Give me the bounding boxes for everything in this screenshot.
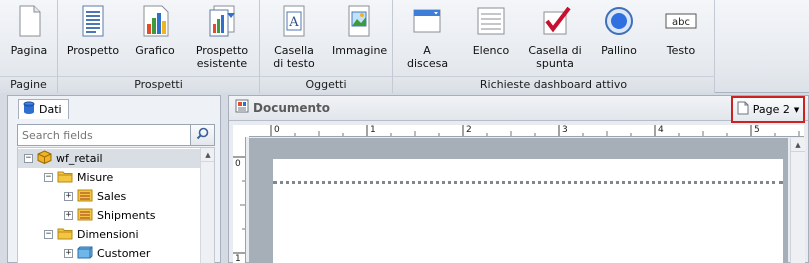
document-page[interactable] <box>273 159 783 263</box>
dimension-icon <box>77 246 93 262</box>
testo-button[interactable]: abc Testo <box>659 4 703 57</box>
prospetto-button[interactable]: Prospetto <box>66 4 120 57</box>
document-icon <box>235 99 249 116</box>
tree-node-shipments[interactable]: + Shipments <box>18 206 156 225</box>
svg-text:abc: abc <box>672 17 690 28</box>
document-title: Documento <box>235 99 330 116</box>
measure-icon <box>77 208 93 224</box>
document-panel: Documento Page 2 ▼ 0 1 2 3 4 5 0 1 ▲ <box>228 95 809 263</box>
page-margin-guide <box>273 181 783 184</box>
ribbon-group-prospetti: Prospetto Grafico Prospetto esistente Pr… <box>58 0 260 93</box>
immagine-button[interactable]: Immagine <box>332 4 387 57</box>
group-label-richieste: Richieste dashboard attivo <box>393 76 714 93</box>
radio-button-icon <box>602 4 636 38</box>
tree-label: wf_retail <box>56 152 103 165</box>
tree-scrollbar[interactable]: ▲ <box>200 148 214 263</box>
existing-report-icon <box>205 4 239 38</box>
text-box-icon: A <box>277 4 311 38</box>
a-discesa-button[interactable]: A discesa <box>407 4 448 70</box>
cube-icon <box>37 150 52 167</box>
tree-label: Sales <box>97 190 127 203</box>
expand-icon[interactable]: + <box>64 211 73 220</box>
field-tree: − wf_retail − Misure + Sales + Shipments… <box>17 147 215 263</box>
document-header: Documento Page 2 ▼ <box>229 96 808 123</box>
search-icon <box>196 127 209 143</box>
prospetto-esistente-button[interactable]: Prospetto esistente <box>190 4 254 70</box>
tree-node-wf-retail[interactable]: − wf_retail <box>18 149 201 168</box>
dropdown-icon <box>410 4 444 38</box>
text-field-icon: abc <box>664 4 698 38</box>
ribbon-group-richieste: A discesa Elenco Casella di spunta Palli… <box>393 0 715 93</box>
measure-icon <box>77 189 93 205</box>
vertical-ruler: 0 1 <box>233 137 246 263</box>
document-scrollbar[interactable]: ▲ <box>790 138 805 263</box>
pagina-button[interactable]: Pagina <box>6 4 52 57</box>
tree-label: Misure <box>77 171 114 184</box>
search-fields <box>17 124 215 146</box>
grafico-button[interactable]: Grafico <box>130 4 180 57</box>
casella-di-spunta-button[interactable]: Casella di spunta <box>527 4 583 70</box>
tab-dati-label: Dati <box>39 103 62 116</box>
search-fields-input[interactable] <box>18 125 188 145</box>
ruler-number: 2 <box>466 125 472 135</box>
folder-icon <box>57 170 73 186</box>
ruler-number: 4 <box>658 125 664 135</box>
folder-icon <box>57 227 73 243</box>
tab-dati[interactable]: Dati <box>18 99 69 119</box>
ruler-number: 0 <box>235 159 241 169</box>
ruler-number: 5 <box>754 125 760 135</box>
group-label-prospetti: Prospetti <box>58 76 259 93</box>
scroll-up-icon[interactable]: ▲ <box>201 148 214 162</box>
group-label-oggetti: Oggetti <box>260 76 392 93</box>
expand-icon[interactable]: + <box>64 249 73 258</box>
ribbon-toolbar: Pagina Pagine Prospetto Grafico Prospett… <box>0 0 809 93</box>
ruler-corner <box>233 125 249 137</box>
blank-page-icon <box>12 4 46 38</box>
chevron-down-icon: ▼ <box>793 105 800 114</box>
search-button[interactable] <box>190 125 214 145</box>
tree-label: Shipments <box>97 209 156 222</box>
ruler-number: 3 <box>562 125 568 135</box>
tree-label: Customer <box>97 247 151 260</box>
ruler-number: 0 <box>274 125 280 135</box>
collapse-icon[interactable]: − <box>44 173 53 182</box>
ribbon-group-oggetti: A Casella di testo Immagine Oggetti <box>260 0 393 93</box>
pallino-button[interactable]: Pallino <box>597 4 641 57</box>
checkbox-icon <box>538 4 572 38</box>
tree-node-customer[interactable]: + Customer <box>18 244 150 263</box>
list-icon <box>474 4 508 38</box>
page-selector-label: Page 2 <box>752 103 790 116</box>
collapse-icon[interactable]: − <box>24 154 33 163</box>
page-selector-button[interactable]: Page 2 ▼ <box>731 96 805 123</box>
tree-node-dimensioni[interactable]: − Dimensioni <box>18 225 139 244</box>
report-page-icon <box>76 4 110 38</box>
ruler-number: 1 <box>235 254 241 263</box>
tree-node-sales[interactable]: + Sales <box>18 187 126 206</box>
data-panel: Dati − wf_retail − Misure + Sales + S <box>7 95 221 263</box>
image-icon <box>342 4 376 38</box>
svg-text:A: A <box>288 15 299 30</box>
scroll-up-icon[interactable]: ▲ <box>791 138 805 152</box>
group-label-pagine: Pagine <box>0 76 57 93</box>
page-icon <box>737 101 749 118</box>
horizontal-ruler: 0 1 2 3 4 5 <box>249 125 804 137</box>
design-canvas[interactable] <box>249 138 788 263</box>
collapse-icon[interactable]: − <box>44 230 53 239</box>
elenco-button[interactable]: Elenco <box>469 4 513 57</box>
chart-page-icon <box>138 4 172 38</box>
casella-di-testo-button[interactable]: A Casella di testo <box>268 4 320 70</box>
tree-node-misure[interactable]: − Misure <box>18 168 113 187</box>
expand-icon[interactable]: + <box>64 192 73 201</box>
document-title-text: Documento <box>253 100 331 115</box>
tree-label: Dimensioni <box>77 228 139 241</box>
ruler-number: 1 <box>370 125 376 135</box>
database-icon <box>23 101 35 118</box>
ribbon-group-pagine: Pagina Pagine <box>0 0 58 93</box>
